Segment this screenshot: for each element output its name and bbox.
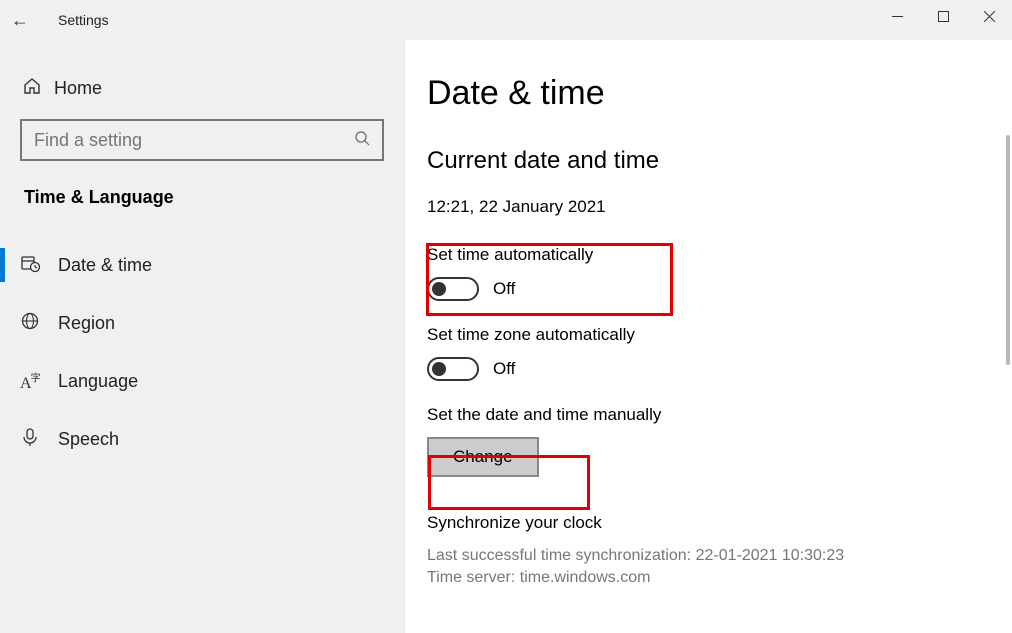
scrollbar-thumb[interactable]	[1006, 135, 1010, 365]
current-datetime-value: 12:21, 22 January 2021	[427, 197, 1012, 217]
set-tz-auto-state: Off	[493, 359, 515, 379]
set-time-auto-state: Off	[493, 279, 515, 299]
back-button[interactable]: ←	[0, 10, 40, 31]
close-button[interactable]	[966, 0, 1012, 32]
minimize-button[interactable]	[874, 0, 920, 32]
content-pane: Date & time Current date and time 12:21,…	[405, 40, 1012, 633]
sidebar-item-language[interactable]: A字Language	[0, 352, 384, 410]
window-buttons	[874, 0, 1012, 32]
sync-last-line: Last successful time synchronization: 22…	[427, 545, 1012, 567]
sidebar-item-region[interactable]: Region	[0, 294, 384, 352]
home-nav[interactable]: Home	[20, 70, 384, 119]
sidebar-item-label: Date & time	[58, 255, 152, 276]
category-heading: Time & Language	[20, 187, 384, 208]
titlebar: ← Settings	[0, 0, 1012, 40]
sidebar-item-speech[interactable]: Speech	[0, 410, 384, 468]
sidebar: Home Time & Language Date & time Region A字…	[0, 40, 405, 633]
calendar-clock-icon	[20, 253, 58, 278]
home-label: Home	[54, 78, 102, 99]
set-tz-auto-label: Set time zone automatically	[427, 325, 1012, 345]
mic-icon	[20, 427, 58, 452]
change-button[interactable]: Change	[427, 437, 539, 477]
set-manual-label: Set the date and time manually	[427, 405, 1012, 425]
home-icon	[22, 76, 54, 101]
search-icon	[354, 130, 370, 151]
section-current-datetime: Current date and time	[427, 147, 1012, 175]
window-title: Settings	[58, 12, 109, 28]
sync-title: Synchronize your clock	[427, 513, 1012, 533]
sidebar-item-label: Language	[58, 371, 138, 392]
set-manual-block: Set the date and time manually Change	[427, 405, 1012, 477]
sidebar-item-label: Speech	[58, 429, 119, 450]
sidebar-item-date-time[interactable]: Date & time	[0, 236, 384, 294]
search-box[interactable]	[20, 119, 384, 161]
set-time-auto-block: Set time automatically Off	[427, 245, 1012, 301]
globe-icon	[20, 311, 58, 336]
set-tz-auto-toggle[interactable]	[427, 357, 479, 381]
page-title: Date & time	[427, 74, 1012, 113]
sync-server-line: Time server: time.windows.com	[427, 567, 1012, 589]
sync-block: Synchronize your clock Last successful t…	[427, 513, 1012, 590]
set-time-auto-toggle[interactable]	[427, 277, 479, 301]
maximize-button[interactable]	[920, 0, 966, 32]
language-icon: A字	[20, 369, 58, 392]
set-time-auto-label: Set time automatically	[427, 245, 1012, 265]
search-input[interactable]	[34, 130, 354, 151]
set-tz-auto-block: Set time zone automatically Off	[427, 325, 1012, 381]
sidebar-item-label: Region	[58, 313, 115, 334]
